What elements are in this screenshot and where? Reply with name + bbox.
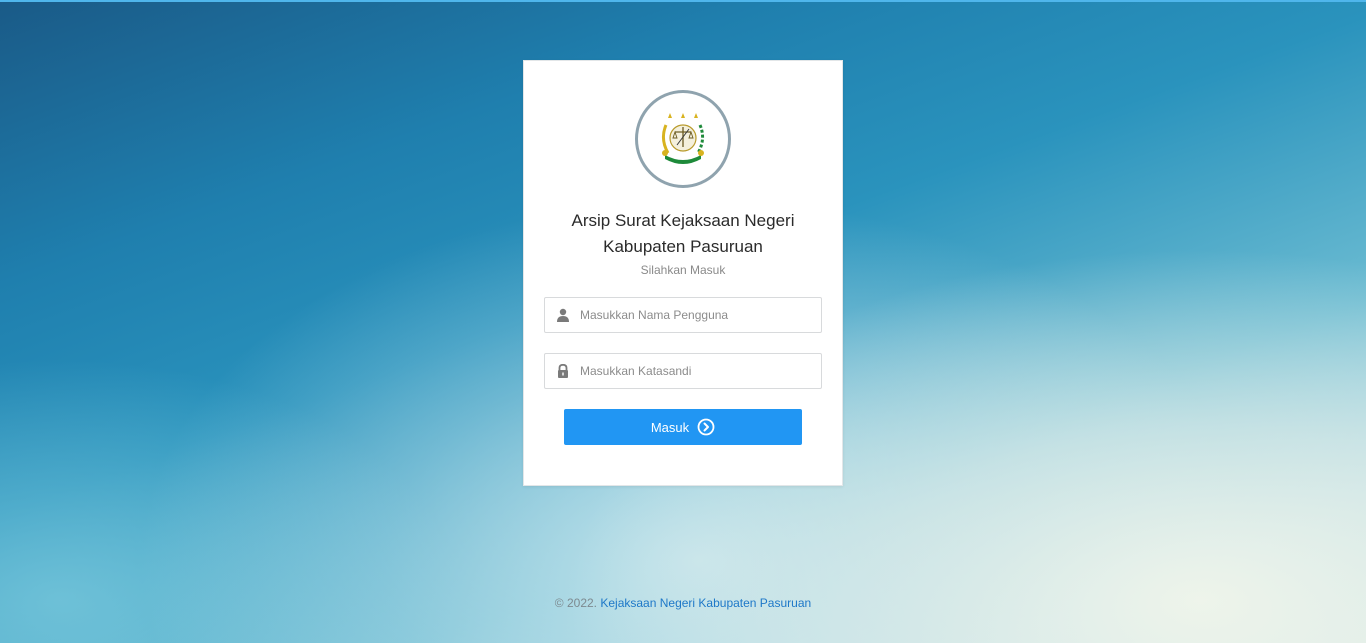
logo [635,90,731,188]
footer-copyright: © 2022. [554,596,598,610]
username-field[interactable] [544,297,822,333]
password-input[interactable] [580,354,815,388]
lock-icon [558,364,568,378]
kejaksaan-emblem-icon [661,113,705,164]
username-input[interactable] [580,298,815,332]
page-subtitle: Silahkan Masuk [640,263,726,277]
password-field[interactable] [544,353,822,389]
page-title: Arsip Surat Kejaksaan Negeri Kabupaten P… [524,208,842,260]
login-card: Arsip Surat Kejaksaan Negeri Kabupaten P… [523,60,843,486]
login-button-label: Masuk [650,419,690,435]
chevron-circle-right-icon [697,418,715,436]
title-line-1: Arsip Surat Kejaksaan Negeri [571,211,795,230]
footer-link[interactable]: Kejaksaan Negeri Kabupaten Pasuruan [600,596,811,610]
user-icon [557,308,569,322]
footer: © 2022. Kejaksaan Negeri Kabupaten Pasur… [0,596,1366,610]
top-accent-bar [0,0,1366,2]
title-line-2: Kabupaten Pasuruan [603,237,763,256]
login-button[interactable]: Masuk [564,409,802,445]
